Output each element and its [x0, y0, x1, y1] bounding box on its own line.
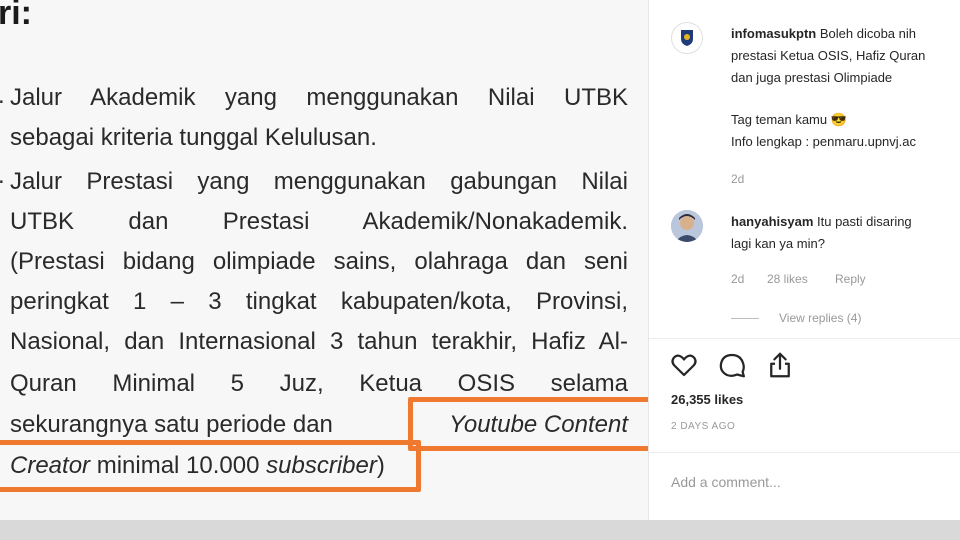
caption-username[interactable]: infomasukptn [731, 26, 816, 41]
post-date: 2 DAYS AGO [671, 421, 736, 432]
section-divider [649, 452, 960, 453]
share-icon[interactable] [765, 350, 795, 380]
heart-icon[interactable] [669, 350, 699, 380]
view-replies-button[interactable]: View replies (4) [779, 311, 861, 325]
instagram-comments-panel: infomasukptn Boleh dicoba nih prestasi K… [648, 0, 960, 520]
infomasukptn-avatar[interactable] [671, 22, 703, 54]
item2-line2: UTBK dan Prestasi Akademik/Nonakademik. [10, 208, 628, 235]
caption-line5: Info lengkap : penmaru.upnvj.ac [731, 134, 917, 149]
caption-line3: dan juga prestasi Olimpiade [731, 70, 893, 85]
document-heading: ri: [0, 0, 32, 32]
caption-text-1: Boleh dicoba nih [819, 26, 916, 41]
caption-line1: infomasukptn Boleh dicoba nih [731, 26, 916, 41]
university-logo-icon [681, 30, 693, 46]
comment-likes[interactable]: 28 likes [767, 272, 808, 286]
add-comment-input[interactable]: Add a comment... [671, 474, 781, 490]
document-image: ri: . Jalur Akademik yang menggunakan Ni… [0, 0, 648, 520]
section-divider [649, 338, 960, 339]
comment-line1: hanyahisyam Itu pasti disaring [731, 214, 912, 229]
highlight-box-left [0, 440, 421, 492]
caption-time: 2d [731, 172, 745, 186]
hanyahisyam-avatar[interactable] [671, 210, 703, 242]
caption-line2: prestasi Ketua OSIS, Hafiz Quran [731, 48, 926, 63]
bullet-marker: . [0, 162, 5, 190]
comment-reply-button[interactable]: Reply [835, 272, 866, 286]
caption-line4: Tag teman kamu 😎 [731, 112, 847, 127]
item2-line5: Nasional, dan Internasional 3 tahun tera… [10, 328, 628, 355]
item2-line7-text: sekurangnya satu periode dan [10, 411, 333, 438]
bullet-marker: . [0, 82, 5, 110]
comment-text-1: Itu pasti disaring [817, 214, 912, 229]
item1-line1: Jalur Akademik yang menggunakan Nilai UT… [10, 84, 628, 111]
comment-time: 2d [731, 272, 745, 286]
item1-line2: sebagai kriteria tunggal Kelulusan. [10, 124, 377, 151]
comment-line2: lagi kan ya min? [731, 236, 825, 251]
item2-line4: peringkat 1 – 3 tingkat kabupaten/kota, … [10, 288, 628, 315]
highlight-box-right [408, 397, 648, 451]
view-replies-line [731, 318, 759, 319]
likes-count[interactable]: 26,355 likes [671, 392, 743, 407]
comment-icon[interactable] [717, 350, 747, 380]
item2-line1: Jalur Prestasi yang menggunakan gabungan… [10, 168, 628, 195]
item2-line3: (Prestasi bidang olimpiade sains, olahra… [10, 248, 628, 275]
comment-username[interactable]: hanyahisyam [731, 214, 813, 229]
bottom-border [0, 520, 960, 540]
person-icon [671, 210, 703, 242]
